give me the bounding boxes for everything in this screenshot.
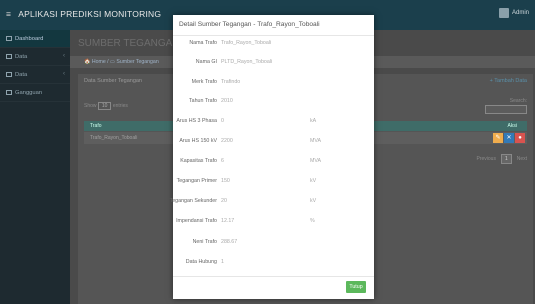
detail-value: 6	[221, 158, 224, 164]
detail-label: Merk Trafo	[191, 79, 217, 85]
detail-value: 2200	[221, 138, 233, 144]
column-header-trafo[interactable]: Trafo	[90, 121, 101, 131]
detail-value: 1	[221, 259, 224, 265]
table-icon	[6, 54, 12, 59]
page-1-button[interactable]: 1	[500, 154, 512, 164]
detail-label: Impendansi Trafo	[176, 218, 217, 224]
modal-title: Detail Sumber Tegangan - Trafo_Rayon_Tob…	[179, 21, 320, 28]
entries-select[interactable]: 10	[97, 102, 112, 110]
add-data-button[interactable]: + Tambah Data	[490, 78, 527, 84]
detail-unit: kV	[310, 178, 317, 184]
detail-row-nama-gi: Nama GI PLTD_Rayon_Toboali	[173, 57, 374, 67]
detail-unit: %	[310, 218, 315, 224]
edit-button[interactable]: ✎	[493, 133, 503, 143]
sidebar-item-label: Data	[15, 53, 28, 60]
detail-label: Nama Trafo	[189, 40, 217, 46]
avatar	[498, 8, 509, 18]
search-input[interactable]	[485, 105, 527, 114]
detail-unit: MVA	[310, 158, 322, 164]
sidebar-item-gangguan[interactable]: Gangguan	[0, 84, 70, 102]
menu-toggle-icon[interactable]: ≡	[6, 9, 11, 19]
detail-value: 150	[221, 178, 230, 184]
delete-button[interactable]: ●	[515, 133, 525, 143]
next-button[interactable]: Next	[517, 156, 527, 162]
detail-value: PLTD_Rayon_Toboali	[221, 59, 273, 65]
detail-row-impendansi-trafo: Impendansi Trafo 12.17 %	[173, 216, 374, 226]
detail-row-nama-trafo: Nama Trafo Trafo_Rayon_Toboali	[173, 38, 374, 48]
detail-value: Trafindo	[221, 79, 241, 85]
clock-icon	[6, 90, 12, 95]
detail-row-tegangan-sekunder: Tegangan Sekunder 20 kV	[169, 196, 374, 206]
sidebar-item-label: Data	[15, 71, 28, 78]
detail-label: Arus HS 3 Phasa	[176, 118, 217, 124]
detail-row-tahun-trafo: Tahun Trafo 2010	[173, 96, 374, 106]
detail-row-merk-trafo: Merk Trafo Trafindo	[173, 77, 374, 87]
show-label: Show	[84, 103, 97, 109]
row-actions: ✎ ✕ ●	[493, 133, 525, 143]
detail-row-data-hubung: Data Hubung 1	[173, 257, 374, 267]
detail-label: Tegangan Sekunder	[169, 198, 217, 204]
detail-label: Tegangan Primer	[176, 178, 217, 184]
detail-value: 12.17	[221, 218, 235, 224]
app-title: APLIKASI PREDIKSI MONITORING	[18, 9, 162, 19]
detail-label: Nama GI	[195, 59, 217, 65]
app-brand[interactable]: ≡ APLIKASI PREDIKSI MONITORING	[6, 9, 161, 19]
sidebar-item-label: Gangguan	[15, 89, 43, 96]
detail-unit: kA	[310, 118, 317, 124]
detail-value: 20	[221, 198, 227, 204]
chevron-left-icon: ‹	[63, 71, 65, 77]
user-menu[interactable]: Admin	[498, 8, 529, 18]
previous-button[interactable]: Previous	[476, 156, 495, 162]
modal-footer-divider	[173, 276, 374, 277]
detail-label: Kapasitas Trafo	[180, 158, 217, 164]
detail-value: 2010	[221, 98, 233, 104]
detail-button[interactable]: ✕	[504, 133, 514, 143]
detail-label: Neni Trafo	[192, 239, 217, 245]
modal-header: Detail Sumber Tegangan - Trafo_Rayon_Tob…	[173, 15, 374, 36]
detail-row-neni-trafo: Neni Trafo 288.67	[173, 237, 374, 247]
detail-row-arus-hs-150kv: Arus HS 150 kV 2200 MVA	[173, 136, 374, 146]
page-title: SUMBER TEGANGAN	[78, 38, 180, 49]
card-title: Data Sumber Tegangan	[84, 78, 142, 84]
pagination: Previous 1 Next	[476, 154, 527, 164]
detail-unit: kV	[310, 198, 317, 204]
column-header-aksi: Aksi	[507, 123, 517, 129]
sidebar-item-data-1[interactable]: Data ‹	[0, 48, 70, 66]
user-name: Admin	[511, 10, 529, 16]
close-button[interactable]: Tutup	[346, 281, 366, 293]
sidebar-item-label: Dashboard	[15, 35, 44, 42]
sidebar-item-dashboard[interactable]: Dashboard	[0, 30, 70, 48]
search-label: Search:	[509, 98, 527, 104]
sidebar-item-data-2[interactable]: Data ‹	[0, 66, 70, 84]
detail-row-kapasitas-trafo: Kapasitas Trafo 6 MVA	[173, 156, 374, 166]
detail-value: Trafo_Rayon_Toboali	[221, 40, 272, 46]
dashboard-icon	[6, 36, 12, 41]
detail-value: 288.67	[221, 239, 238, 245]
detail-value: 0	[221, 118, 224, 124]
detail-modal: Detail Sumber Tegangan - Trafo_Rayon_Tob…	[169, 15, 374, 299]
cell-trafo: Trafo_Rayon_Toboali	[90, 135, 138, 141]
chevron-left-icon: ‹	[63, 53, 65, 59]
detail-label: Data Hubung	[185, 259, 217, 265]
detail-unit: MVA	[310, 138, 322, 144]
detail-label: Tahun Trafo	[189, 98, 217, 104]
detail-row-arus-hs-3-phasa: Arus HS 3 Phasa 0 kA	[173, 116, 374, 126]
sidebar: Dashboard Data ‹ Data ‹ Gangguan	[0, 30, 70, 304]
table-icon	[6, 72, 12, 77]
entries-length-control: Show 10 entries	[84, 102, 128, 110]
detail-row-tegangan-primer: Tegangan Primer 150 kV	[173, 176, 374, 186]
entries-label: entries	[112, 103, 128, 109]
detail-label: Arus HS 150 kV	[179, 138, 217, 144]
